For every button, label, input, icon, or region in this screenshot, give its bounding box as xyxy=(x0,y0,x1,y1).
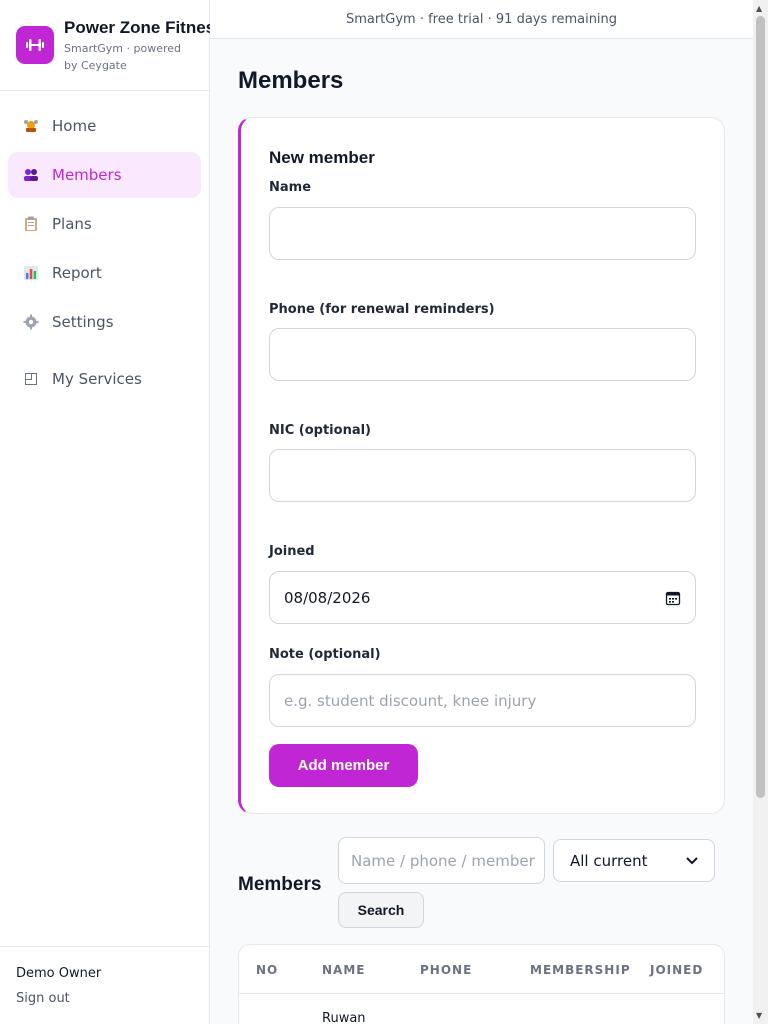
owner-name: Demo Owner xyxy=(16,966,102,981)
sidebar-item-label: Home xyxy=(52,117,97,135)
nic-field[interactable] xyxy=(269,449,696,502)
chevron-down-icon xyxy=(686,854,698,868)
window-icon xyxy=(22,370,40,388)
sidebar-item-plans[interactable]: Plans xyxy=(8,201,201,247)
main-content: Members New member Name Phone (for renew… xyxy=(238,39,725,1024)
dumbbell-icon xyxy=(16,26,54,64)
new-member-card: New member Name Phone (for renewal remin… xyxy=(238,117,725,814)
sidebar-item-settings[interactable]: Settings xyxy=(8,299,201,345)
sidebar-nav: Home Members Plans Report Settings My Se… xyxy=(0,91,209,402)
members-icon xyxy=(22,166,40,184)
name-label: Name xyxy=(269,180,312,195)
filter-selected-value: All current xyxy=(570,851,648,870)
note-label: Note (optional) xyxy=(269,647,381,662)
column-header-name: NAME xyxy=(322,963,366,977)
table-header: NO NAME PHONE MEMBERSHIP JOINED xyxy=(239,945,724,994)
calendar-icon[interactable] xyxy=(665,590,681,606)
column-header-no: NO xyxy=(256,963,279,977)
phone-label: Phone (for renewal reminders) xyxy=(269,302,495,317)
page-title: Members xyxy=(238,67,344,94)
member-search-input[interactable]: Name / phone / member xyxy=(338,837,545,884)
sidebar-item-label: My Services xyxy=(52,370,142,388)
members-table: NO NAME PHONE MEMBERSHIP JOINED Ruwan xyxy=(238,944,725,1024)
add-member-button[interactable]: Add member xyxy=(269,744,418,787)
sidebar: Power Zone Fitness SmartGym · powered by… xyxy=(0,0,225,1024)
card-title: New member xyxy=(269,148,375,167)
brand-subtitle: SmartGym · powered by Ceygate xyxy=(64,42,182,72)
column-header-phone: PHONE xyxy=(420,963,473,977)
brand-name: Power Zone Fitness xyxy=(64,18,225,37)
name-field[interactable] xyxy=(269,207,696,260)
joined-date-value: 08/08/2026 xyxy=(284,588,371,607)
page-scrollbar[interactable]: ▲ ▼ xyxy=(753,0,768,1024)
gear-icon xyxy=(22,313,40,331)
member-filter-select[interactable]: All current xyxy=(553,839,715,882)
phone-field[interactable] xyxy=(269,328,696,381)
scrollbar-thumb[interactable] xyxy=(756,16,765,798)
clipboard-icon xyxy=(22,215,40,233)
sidebar-footer: Demo Owner Sign out xyxy=(0,946,209,1024)
scroll-up-arrow-icon[interactable]: ▲ xyxy=(756,4,762,13)
sidebar-item-label: Report xyxy=(52,264,102,282)
sign-out-link[interactable]: Sign out xyxy=(16,991,70,1006)
nic-label: NIC (optional) xyxy=(269,423,371,438)
sidebar-item-home[interactable]: Home xyxy=(8,103,201,149)
nav-divider xyxy=(0,348,209,356)
bar-chart-icon xyxy=(22,264,40,282)
sidebar-item-label: Plans xyxy=(52,215,92,233)
joined-label: Joined xyxy=(269,544,315,559)
joined-date-field[interactable]: 08/08/2026 xyxy=(269,571,696,624)
sidebar-item-label: Settings xyxy=(52,313,114,331)
note-field[interactable]: e.g. student discount, knee injury xyxy=(269,674,696,727)
scroll-down-arrow-icon[interactable]: ▼ xyxy=(756,1011,762,1020)
home-icon xyxy=(22,117,40,135)
sidebar-item-report[interactable]: Report xyxy=(8,250,201,296)
sidebar-item-members[interactable]: Members xyxy=(8,152,201,198)
cell-name[interactable]: Ruwan xyxy=(322,1011,366,1024)
trial-banner: SmartGym · free trial · 91 days remainin… xyxy=(210,0,753,39)
note-placeholder: e.g. student discount, knee injury xyxy=(284,691,537,710)
search-button[interactable]: Search xyxy=(338,892,424,928)
column-header-joined: JOINED xyxy=(650,963,704,977)
sidebar-item-label: Members xyxy=(52,166,122,184)
brand-header: Power Zone Fitness SmartGym · powered by… xyxy=(0,0,225,91)
column-header-membership: MEMBERSHIP xyxy=(530,963,631,977)
sidebar-item-my-services[interactable]: My Services xyxy=(8,356,201,402)
members-list-title: Members xyxy=(238,874,322,895)
